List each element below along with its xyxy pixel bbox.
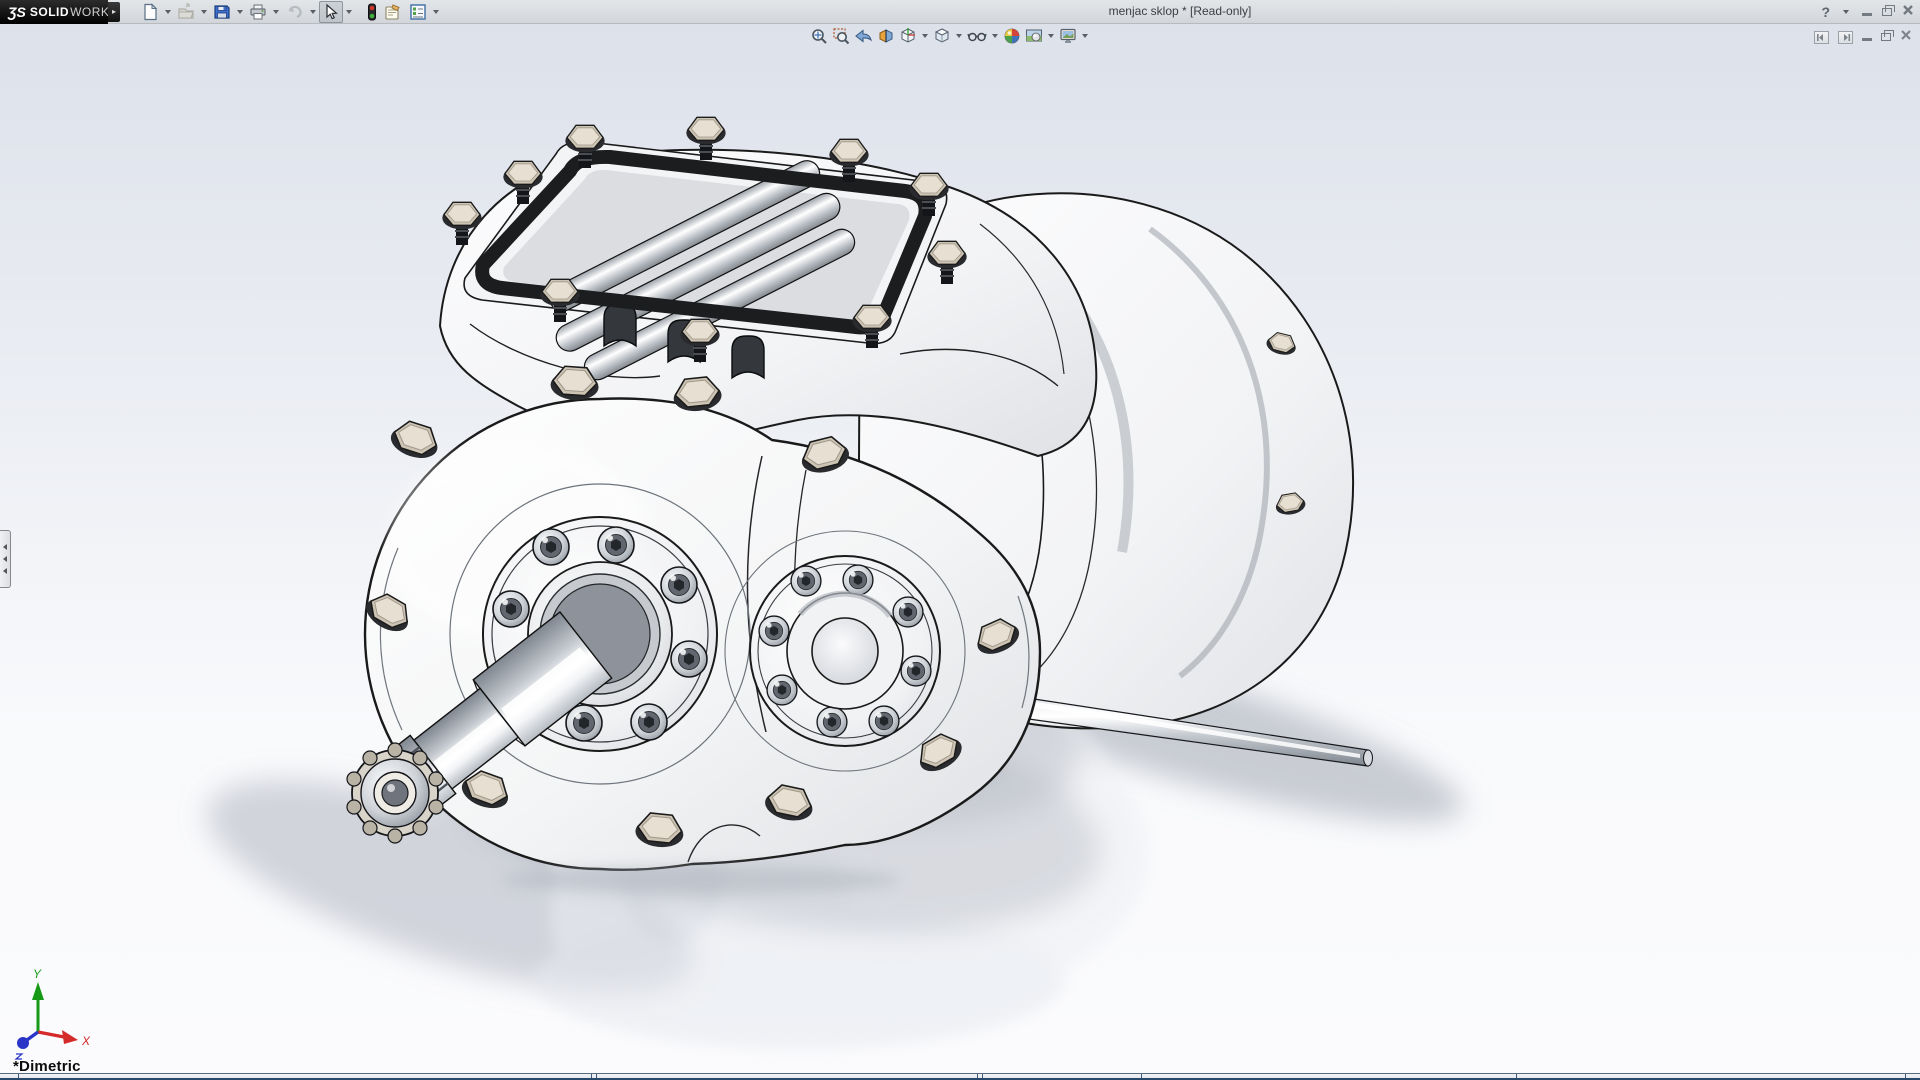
save-dropdown-caret[interactable] [237, 10, 243, 14]
logo-text-bold: SOLID [30, 5, 69, 19]
undo-arrow-icon [285, 3, 304, 21]
orientation-triad: Y X [16, 967, 91, 1059]
traffic-light-icon [366, 3, 378, 21]
select-dropdown-caret[interactable] [346, 10, 352, 14]
printer-icon [249, 3, 267, 21]
document-title: menjac sklop * [Read-only] [1109, 4, 1252, 18]
x-axis-arrow [62, 1030, 78, 1044]
minimize-button[interactable] [1862, 3, 1872, 21]
print-dropdown-caret[interactable] [273, 10, 279, 14]
logo-glyph: ƷS [8, 4, 26, 20]
new-document-button[interactable] [138, 1, 162, 23]
gearbox-3d-model[interactable]: Y X [0, 24, 1920, 1073]
options-dropdown-caret[interactable] [433, 10, 439, 14]
new-document-icon [141, 3, 159, 21]
y-axis-arrow [32, 982, 44, 1000]
cursor-arrow-icon [322, 3, 340, 21]
open-folder-icon [177, 3, 195, 21]
open-dropdown-caret[interactable] [201, 10, 207, 14]
title-bar: ƷS SOLID WORKS ▸ [0, 0, 1920, 24]
menu-flyout-button[interactable]: ▸ [108, 2, 120, 22]
undo-dropdown-caret[interactable] [310, 10, 316, 14]
save-floppy-icon [213, 3, 231, 21]
options-checklist-icon [409, 3, 427, 21]
selection-filter-button[interactable] [363, 1, 381, 23]
undo-button[interactable] [282, 1, 307, 23]
properties-button[interactable] [381, 1, 406, 23]
solidworks-window: ƷS SOLID WORKS ▸ [0, 0, 1920, 1080]
close-button[interactable] [1902, 3, 1914, 21]
triad-x-label: X [81, 1034, 91, 1048]
print-button[interactable] [246, 1, 270, 23]
help-dropdown-caret[interactable] [1843, 10, 1849, 14]
window-controls: ? [1821, 0, 1914, 24]
help-icon[interactable]: ? [1821, 4, 1830, 20]
status-strip [0, 1073, 1920, 1080]
triad-y-label: Y [33, 967, 42, 981]
graphics-viewport[interactable]: Y X *Dimetric [0, 24, 1920, 1073]
new-dropdown-caret[interactable] [165, 10, 171, 14]
save-button[interactable] [210, 1, 234, 23]
solidworks-logo: ƷS SOLID WORKS [0, 0, 108, 24]
options-button[interactable] [406, 1, 430, 23]
open-button[interactable] [174, 1, 198, 23]
select-tool-button[interactable] [319, 1, 343, 23]
close-icon [1902, 4, 1914, 16]
main-toolbar [138, 1, 442, 23]
restore-button[interactable] [1882, 3, 1892, 21]
z-axis-sphere [17, 1037, 29, 1049]
properties-icon [384, 3, 403, 21]
